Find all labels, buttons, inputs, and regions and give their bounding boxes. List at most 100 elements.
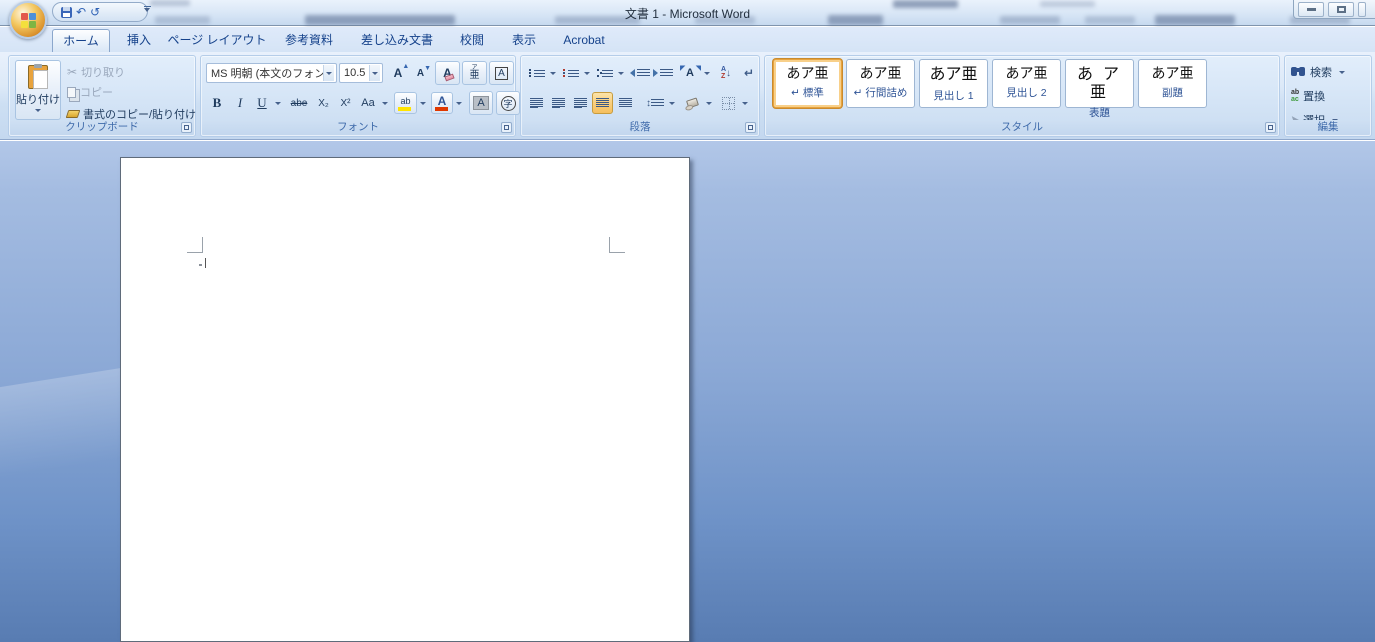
underline-button[interactable]: U — [252, 92, 272, 114]
shading-dropdown[interactable] — [704, 92, 714, 114]
style-heading1[interactable]: あア亜 見出し 1 — [919, 59, 988, 108]
italic-button[interactable]: I — [229, 92, 251, 114]
subscript-icon: X₂ — [318, 98, 329, 109]
clipboard-dialog-launcher[interactable] — [181, 122, 192, 133]
shading-button[interactable] — [681, 92, 704, 114]
multilevel-list-button[interactable] — [594, 62, 616, 84]
tab-page-layout[interactable]: ページ レイアウト — [166, 29, 268, 52]
increase-indent-button[interactable] — [652, 62, 674, 84]
find-button[interactable]: 検索 — [1291, 64, 1345, 80]
asian-layout-dropdown[interactable] — [702, 62, 712, 84]
font-dialog-launcher[interactable] — [501, 122, 512, 133]
style-title[interactable]: あ ア 亜 表題 — [1065, 59, 1134, 108]
justify-icon — [596, 98, 609, 108]
grow-font-button[interactable]: A▲ — [387, 62, 409, 84]
style-sample: あア亜 — [1139, 66, 1206, 81]
sort-button[interactable]: A Z ↓ — [715, 62, 737, 84]
bold-button[interactable]: B — [206, 92, 228, 114]
find-icon — [1291, 67, 1306, 77]
asian-layout-button[interactable]: A◤◥ — [678, 62, 702, 84]
shrink-font-button[interactable]: A▼ — [410, 62, 431, 84]
tab-home[interactable]: ホーム — [52, 29, 110, 52]
maximize-button[interactable] — [1328, 2, 1354, 17]
change-case-button[interactable]: Aa — [357, 92, 379, 114]
character-shading-button[interactable]: A — [469, 91, 493, 115]
superscript-button[interactable]: X² — [335, 92, 356, 114]
line-spacing-button[interactable]: ↕ — [643, 92, 667, 114]
bullets-button[interactable] — [526, 62, 548, 84]
minimize-button[interactable] — [1298, 2, 1324, 17]
numbering-dropdown[interactable] — [582, 62, 592, 84]
highlight-dropdown[interactable] — [417, 92, 428, 114]
decrease-indent-button[interactable] — [629, 62, 651, 84]
line-spacing-dropdown[interactable] — [667, 92, 677, 114]
font-name-combo[interactable]: MS 明朝 (本文のフォン — [206, 63, 337, 83]
style-heading2[interactable]: あア亜 見出し 2 — [992, 59, 1061, 108]
font-color-dropdown[interactable] — [453, 92, 464, 114]
replace-button[interactable]: abac 置換 — [1291, 88, 1325, 104]
bullets-dropdown[interactable] — [548, 62, 558, 84]
style-no-spacing[interactable]: あア亜 ↵ 行間詰め — [846, 59, 915, 108]
group-styles: あア亜 ↵ 標準 あア亜 ↵ 行間詰め あア亜 見出し 1 あア亜 見出し 2 … — [764, 55, 1280, 137]
styles-dialog-launcher[interactable] — [1265, 122, 1276, 133]
tab-view[interactable]: 表示 — [500, 29, 548, 52]
document-page[interactable] — [120, 157, 690, 642]
style-sample: あ ア 亜 — [1066, 66, 1133, 101]
font-name-dropdown-icon[interactable] — [323, 65, 334, 81]
customize-qat-icon[interactable] — [142, 6, 152, 12]
tab-references[interactable]: 参考資料 — [272, 29, 346, 52]
superscript-icon: X² — [341, 98, 351, 109]
group-editing: 検索 abac 置換 選択 編集 — [1284, 55, 1372, 137]
group-paragraph-label: 段落 — [522, 120, 758, 135]
subscript-button[interactable]: X₂ — [313, 92, 334, 114]
tab-mailings[interactable]: 差し込み文書 — [350, 29, 444, 52]
ruby-button[interactable]: ア 亜 — [462, 61, 487, 85]
strikethrough-button[interactable]: abe — [286, 92, 312, 114]
align-center-button[interactable] — [548, 92, 569, 114]
tab-acrobat[interactable]: Acrobat — [552, 29, 616, 52]
highlight-icon: ab — [400, 96, 410, 106]
maximize-icon — [1337, 6, 1346, 13]
redo-icon[interactable]: ↺ — [90, 4, 100, 20]
align-right-button[interactable] — [570, 92, 591, 114]
borders-button[interactable] — [717, 92, 740, 114]
style-subtitle[interactable]: あア亜 副題 — [1138, 59, 1207, 108]
borders-dropdown[interactable] — [740, 92, 750, 114]
borders-icon — [722, 97, 735, 110]
office-button[interactable] — [9, 1, 47, 39]
undo-icon[interactable]: ↶ — [76, 4, 86, 20]
distribute-button[interactable] — [614, 92, 637, 114]
justify-button[interactable] — [592, 92, 613, 114]
group-font: MS 明朝 (本文のフォン 10.5 A▲ A▼ A ア 亜 A B — [200, 55, 516, 137]
cut-button[interactable]: ✂ 切り取り — [67, 64, 125, 80]
clear-formatting-button[interactable]: A — [435, 61, 460, 85]
align-left-button[interactable] — [526, 92, 547, 114]
ruby-icon: ア 亜 — [470, 65, 480, 81]
numbering-button[interactable] — [560, 62, 582, 84]
tab-insert[interactable]: 挿入 — [116, 29, 162, 52]
group-clipboard: 貼り付け ✂ 切り取り コピー 書式のコピー/貼り付け クリップボード — [8, 55, 196, 137]
numbering-icon — [563, 68, 579, 78]
character-border-icon: A — [495, 67, 508, 80]
show-marks-button[interactable]: ↵ — [739, 62, 759, 84]
italic-icon: I — [238, 95, 242, 111]
multilevel-list-dropdown[interactable] — [616, 62, 626, 84]
paragraph-dialog-launcher[interactable] — [745, 122, 756, 133]
copy-button[interactable]: コピー — [67, 84, 113, 100]
character-shading-icon: A — [473, 96, 488, 110]
underline-dropdown[interactable] — [272, 92, 283, 114]
paste-label: 貼り付け — [16, 91, 60, 107]
text-cursor — [205, 258, 206, 268]
close-button[interactable] — [1358, 2, 1366, 17]
tab-review[interactable]: 校閲 — [448, 29, 496, 52]
save-icon[interactable] — [61, 7, 72, 18]
style-normal[interactable]: あア亜 ↵ 標準 — [773, 59, 842, 108]
enclose-characters-button[interactable]: 字 — [496, 91, 520, 115]
font-size-combo[interactable]: 10.5 — [339, 63, 383, 83]
font-size-dropdown-icon[interactable] — [369, 65, 380, 81]
highlight-button[interactable]: ab — [394, 92, 417, 114]
character-border-button[interactable]: A — [489, 61, 514, 85]
change-case-dropdown[interactable] — [379, 92, 390, 114]
paste-button[interactable]: 貼り付け — [15, 60, 61, 120]
font-color-button[interactable]: A — [431, 92, 453, 114]
